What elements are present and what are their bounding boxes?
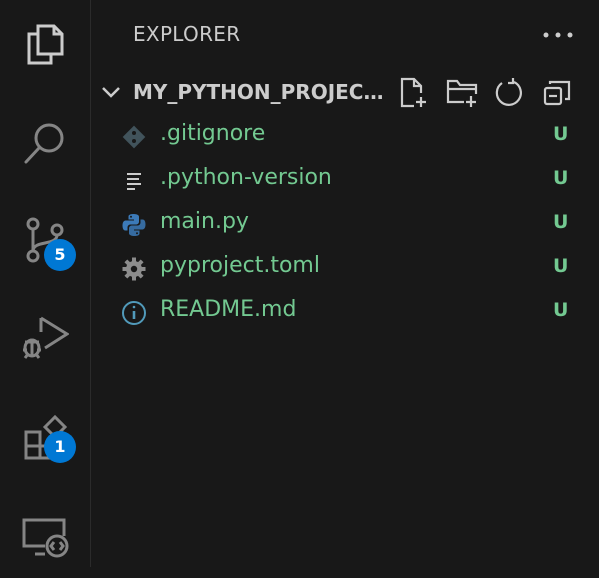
activity-source-control[interactable] <box>0 196 90 284</box>
activity-remote-explorer[interactable] <box>0 490 90 578</box>
file-item-main-py[interactable]: main.py U <box>91 202 599 246</box>
collapse-all-button[interactable] <box>541 76 573 108</box>
file-item-gitignore[interactable]: .gitignore U <box>91 114 599 158</box>
activity-search[interactable] <box>0 100 90 188</box>
sidebar-title: EXPLORER <box>133 22 241 46</box>
refresh-button[interactable] <box>493 76 525 108</box>
lines-icon <box>127 173 141 190</box>
collapse-all-icon <box>543 80 571 106</box>
activity-explorer[interactable] <box>0 0 90 88</box>
extensions-badge: 1 <box>44 431 76 463</box>
activity-run-debug[interactable] <box>0 292 90 380</box>
run-debug-icon <box>23 316 69 359</box>
activity-bar: 5 1 <box>0 0 91 567</box>
python-icon <box>122 214 146 236</box>
activity-extensions[interactable] <box>0 392 90 480</box>
file-name: pyproject.toml <box>160 253 320 278</box>
new-folder-icon <box>446 79 478 107</box>
file-item-readme-md[interactable]: README.md U <box>91 290 599 334</box>
git-status-badge: U <box>553 123 569 145</box>
remote-explorer-icon <box>22 518 69 558</box>
git-status-badge: U <box>553 167 569 189</box>
more-actions-button[interactable] <box>541 24 575 46</box>
file-item-python-version[interactable]: .python-version U <box>91 158 599 202</box>
file-name: .gitignore <box>160 121 266 146</box>
workspace-section-header[interactable]: MY_PYTHON_PROJECT... <box>91 70 599 114</box>
file-name: README.md <box>160 297 297 322</box>
explorer-sidebar: EXPLORER MY_PYTHON_PROJECT... .gitignore… <box>91 0 599 567</box>
workspace-title: MY_PYTHON_PROJECT... <box>133 80 391 104</box>
git-status-badge: U <box>553 255 569 277</box>
new-file-button[interactable] <box>398 76 430 108</box>
chevron-down-icon <box>102 87 120 98</box>
git-icon <box>122 125 146 149</box>
files-icon <box>27 24 64 65</box>
new-file-icon <box>400 77 426 108</box>
new-folder-button[interactable] <box>446 76 478 108</box>
refresh-icon <box>495 78 522 106</box>
gear-icon <box>122 257 146 281</box>
git-status-badge: U <box>553 299 569 321</box>
ellipsis-icon <box>543 32 573 38</box>
info-icon <box>122 301 146 325</box>
git-status-badge: U <box>553 211 569 233</box>
file-name: main.py <box>160 209 249 234</box>
file-item-pyproject-toml[interactable]: pyproject.toml U <box>91 246 599 290</box>
source-control-badge: 5 <box>44 239 76 271</box>
search-icon <box>24 123 64 164</box>
file-name: .python-version <box>160 165 332 190</box>
